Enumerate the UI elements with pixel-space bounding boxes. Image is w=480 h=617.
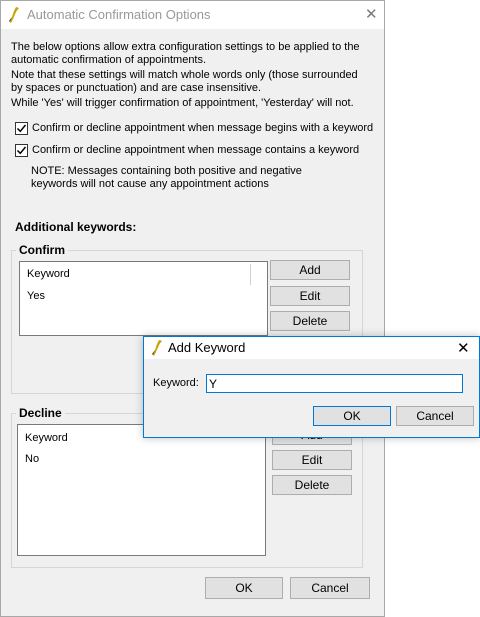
contains-keyword-label[interactable]: Confirm or decline appointment when mess… — [32, 144, 359, 156]
note-line: NOTE: Messages containing both positive … — [31, 165, 302, 177]
bird-icon — [7, 6, 21, 24]
confirm-delete-button[interactable]: Delete — [270, 311, 350, 331]
column-divider — [250, 264, 251, 285]
dialog-cancel-button[interactable]: Cancel — [396, 406, 474, 426]
bird-icon — [150, 339, 164, 357]
decline-delete-button[interactable]: Delete — [272, 475, 352, 495]
decline-column-header[interactable]: Keyword — [25, 432, 68, 444]
dialog-ok-button[interactable]: OK — [313, 406, 391, 426]
description-line: The below options allow extra configurat… — [11, 41, 360, 53]
confirm-column-header[interactable]: Keyword — [27, 268, 70, 280]
confirm-edit-button[interactable]: Edit — [270, 286, 350, 306]
begins-with-keyword-checkbox[interactable] — [15, 122, 28, 135]
description-line: While 'Yes' will trigger confirmation of… — [11, 97, 354, 109]
decline-keyword-list[interactable]: Keyword No — [17, 424, 266, 556]
description-line: automatic confirmation of appointments. — [11, 54, 207, 66]
main-titlebar[interactable]: Automatic Confirmation Options ✕ — [1, 1, 384, 29]
add-keyword-dialog: Add Keyword ✕ Keyword: OK Cancel — [143, 336, 480, 438]
confirm-group-legend: Confirm — [16, 243, 68, 257]
confirm-keyword-list[interactable]: Keyword Yes — [19, 261, 268, 336]
confirm-add-button[interactable]: Add — [270, 260, 350, 280]
keyword-field-label: Keyword: — [153, 377, 199, 389]
keyword-input[interactable] — [206, 374, 463, 393]
checkmark-icon — [16, 124, 27, 133]
close-icon[interactable]: ✕ — [457, 341, 470, 356]
note-line: keywords will not cause any appointment … — [31, 178, 269, 190]
additional-keywords-heading: Additional keywords: — [15, 220, 137, 234]
main-ok-button[interactable]: OK — [205, 577, 283, 599]
main-cancel-button[interactable]: Cancel — [290, 577, 370, 599]
description-line: by spaces or punctuation) and are case i… — [11, 82, 262, 94]
begins-with-keyword-label[interactable]: Confirm or decline appointment when mess… — [32, 122, 373, 134]
dialog-titlebar[interactable]: Add Keyword ✕ — [144, 337, 479, 359]
contains-keyword-checkbox[interactable] — [15, 144, 28, 157]
decline-group-legend: Decline — [16, 406, 65, 420]
decline-edit-button[interactable]: Edit — [272, 450, 352, 470]
description-line: Note that these settings will match whol… — [11, 69, 358, 81]
checkmark-icon — [16, 146, 27, 155]
close-icon[interactable]: ✕ — [365, 7, 378, 22]
automatic-confirmation-window: Automatic Confirmation Options ✕ The bel… — [0, 0, 385, 617]
confirm-list-item-yes[interactable]: Yes — [27, 290, 45, 302]
dialog-title: Add Keyword — [168, 340, 246, 355]
window-title: Automatic Confirmation Options — [27, 7, 211, 22]
decline-list-item-no[interactable]: No — [25, 453, 39, 465]
